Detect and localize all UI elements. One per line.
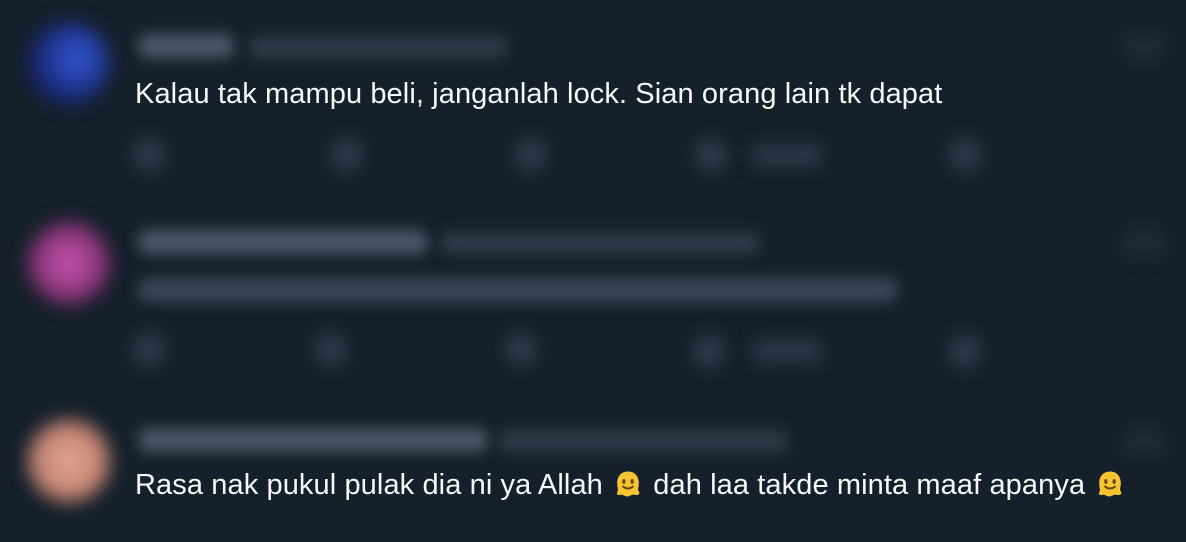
reply-icon[interactable] bbox=[132, 138, 166, 172]
share-icon[interactable] bbox=[948, 334, 982, 368]
blurred-handle-time bbox=[440, 232, 760, 254]
avatar[interactable] bbox=[28, 420, 110, 502]
reply-text: Rasa nak pukul pulak dia ni ya Allah dah… bbox=[135, 465, 1165, 505]
blurred-username[interactable] bbox=[138, 428, 488, 452]
melting-face-icon bbox=[617, 471, 640, 497]
reply-2[interactable] bbox=[0, 200, 1186, 400]
views-icon[interactable] bbox=[694, 138, 728, 172]
reply-3[interactable]: Rasa nak pukul pulak dia ni ya Allah dah… bbox=[0, 400, 1186, 542]
avatar[interactable] bbox=[28, 222, 110, 304]
retweet-icon[interactable] bbox=[314, 332, 348, 366]
like-icon[interactable] bbox=[514, 138, 548, 172]
views-count bbox=[752, 340, 822, 362]
views-icon[interactable] bbox=[692, 334, 726, 368]
more-options-icon[interactable] bbox=[1124, 230, 1164, 256]
blurred-username[interactable] bbox=[138, 34, 234, 58]
more-options-icon[interactable] bbox=[1124, 428, 1164, 454]
blurred-reply-text bbox=[138, 278, 898, 302]
blurred-handle-time bbox=[498, 430, 788, 452]
reply-text: Kalau tak mampu beli, janganlah lock. Si… bbox=[135, 78, 943, 110]
reply-text-part-1: Rasa nak pukul pulak dia ni ya Allah bbox=[135, 469, 603, 501]
blurred-username[interactable] bbox=[138, 230, 428, 254]
melting-face-icon bbox=[1099, 471, 1122, 497]
blurred-handle-time bbox=[248, 36, 508, 58]
reply-feed: Kalau tak mampu beli, janganlah lock. Si… bbox=[0, 0, 1186, 542]
more-options-icon[interactable] bbox=[1124, 34, 1164, 60]
like-icon[interactable] bbox=[504, 332, 538, 366]
avatar[interactable] bbox=[28, 22, 110, 104]
reply-text-part-2: dah laa takde minta maaf apanya bbox=[653, 469, 1086, 501]
retweet-icon[interactable] bbox=[330, 138, 364, 172]
share-icon[interactable] bbox=[948, 138, 982, 172]
views-count bbox=[752, 144, 822, 166]
reply-icon[interactable] bbox=[132, 332, 166, 366]
reply-1[interactable]: Kalau tak mampu beli, janganlah lock. Si… bbox=[0, 0, 1186, 200]
